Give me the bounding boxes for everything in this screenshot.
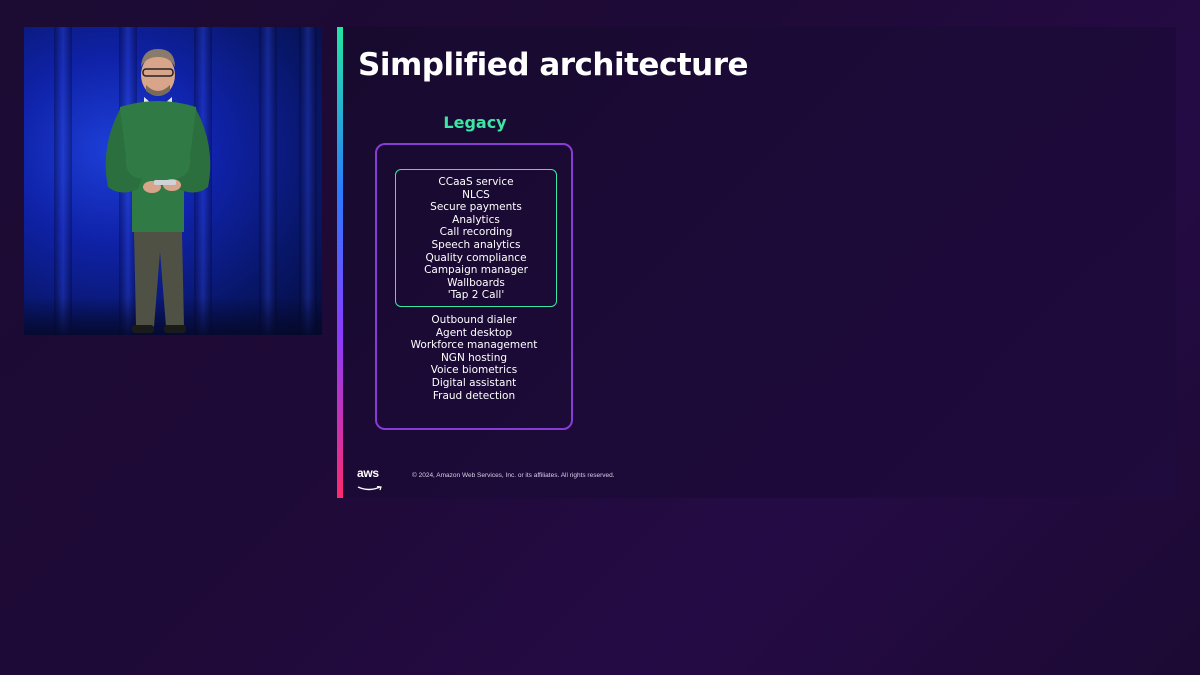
- inner-list-item: Wallboards: [447, 276, 505, 289]
- inner-list-item: Quality compliance: [425, 251, 527, 264]
- inner-list-item: Secure payments: [430, 201, 522, 214]
- aws-logo: aws: [357, 466, 385, 491]
- aws-smile-icon: [357, 485, 382, 491]
- inner-list-item: 'Tap 2 Call': [447, 289, 505, 302]
- outer-list-item: Fraud detection: [432, 389, 516, 402]
- slide-title: Simplified architecture: [358, 47, 749, 83]
- inner-list-item: CCaaS service: [438, 176, 514, 188]
- inner-list-item: Speech analytics: [431, 238, 521, 251]
- speaker-figure: [105, 49, 211, 333]
- legacy-heading: Legacy: [443, 113, 507, 132]
- outer-list-item: Agent desktop: [435, 326, 513, 339]
- outer-list-item: Outbound dialer: [431, 314, 517, 326]
- inner-list-item: NLCS: [462, 188, 490, 201]
- speaker-video: [24, 27, 322, 335]
- presentation-stage: Simplified architecture Legacy CCaaS ser…: [0, 0, 1200, 675]
- outer-list-item: Workforce management: [410, 339, 538, 352]
- legacy-inner-box: CCaaS service NLCS Secure payments Analy…: [395, 169, 557, 307]
- inner-list-item: Campaign manager: [424, 264, 528, 277]
- slide: Simplified architecture Legacy CCaaS ser…: [337, 27, 1176, 498]
- outer-list-item: Voice biometrics: [430, 364, 518, 377]
- slide-accent-bar: [337, 27, 343, 498]
- outer-list-item: NGN hosting: [440, 351, 508, 364]
- copyright-text: © 2024, Amazon Web Services, Inc. or its…: [412, 472, 615, 479]
- inner-list-item: Call recording: [439, 226, 513, 239]
- outer-list-item: Digital assistant: [431, 376, 517, 389]
- aws-logo-text: aws: [357, 466, 379, 480]
- legacy-outer-box: CCaaS service NLCS Secure payments Analy…: [375, 143, 573, 430]
- legacy-outer-list: Outbound dialer Agent desktop Workforce …: [377, 314, 571, 402]
- inner-list-item: Analytics: [452, 213, 500, 226]
